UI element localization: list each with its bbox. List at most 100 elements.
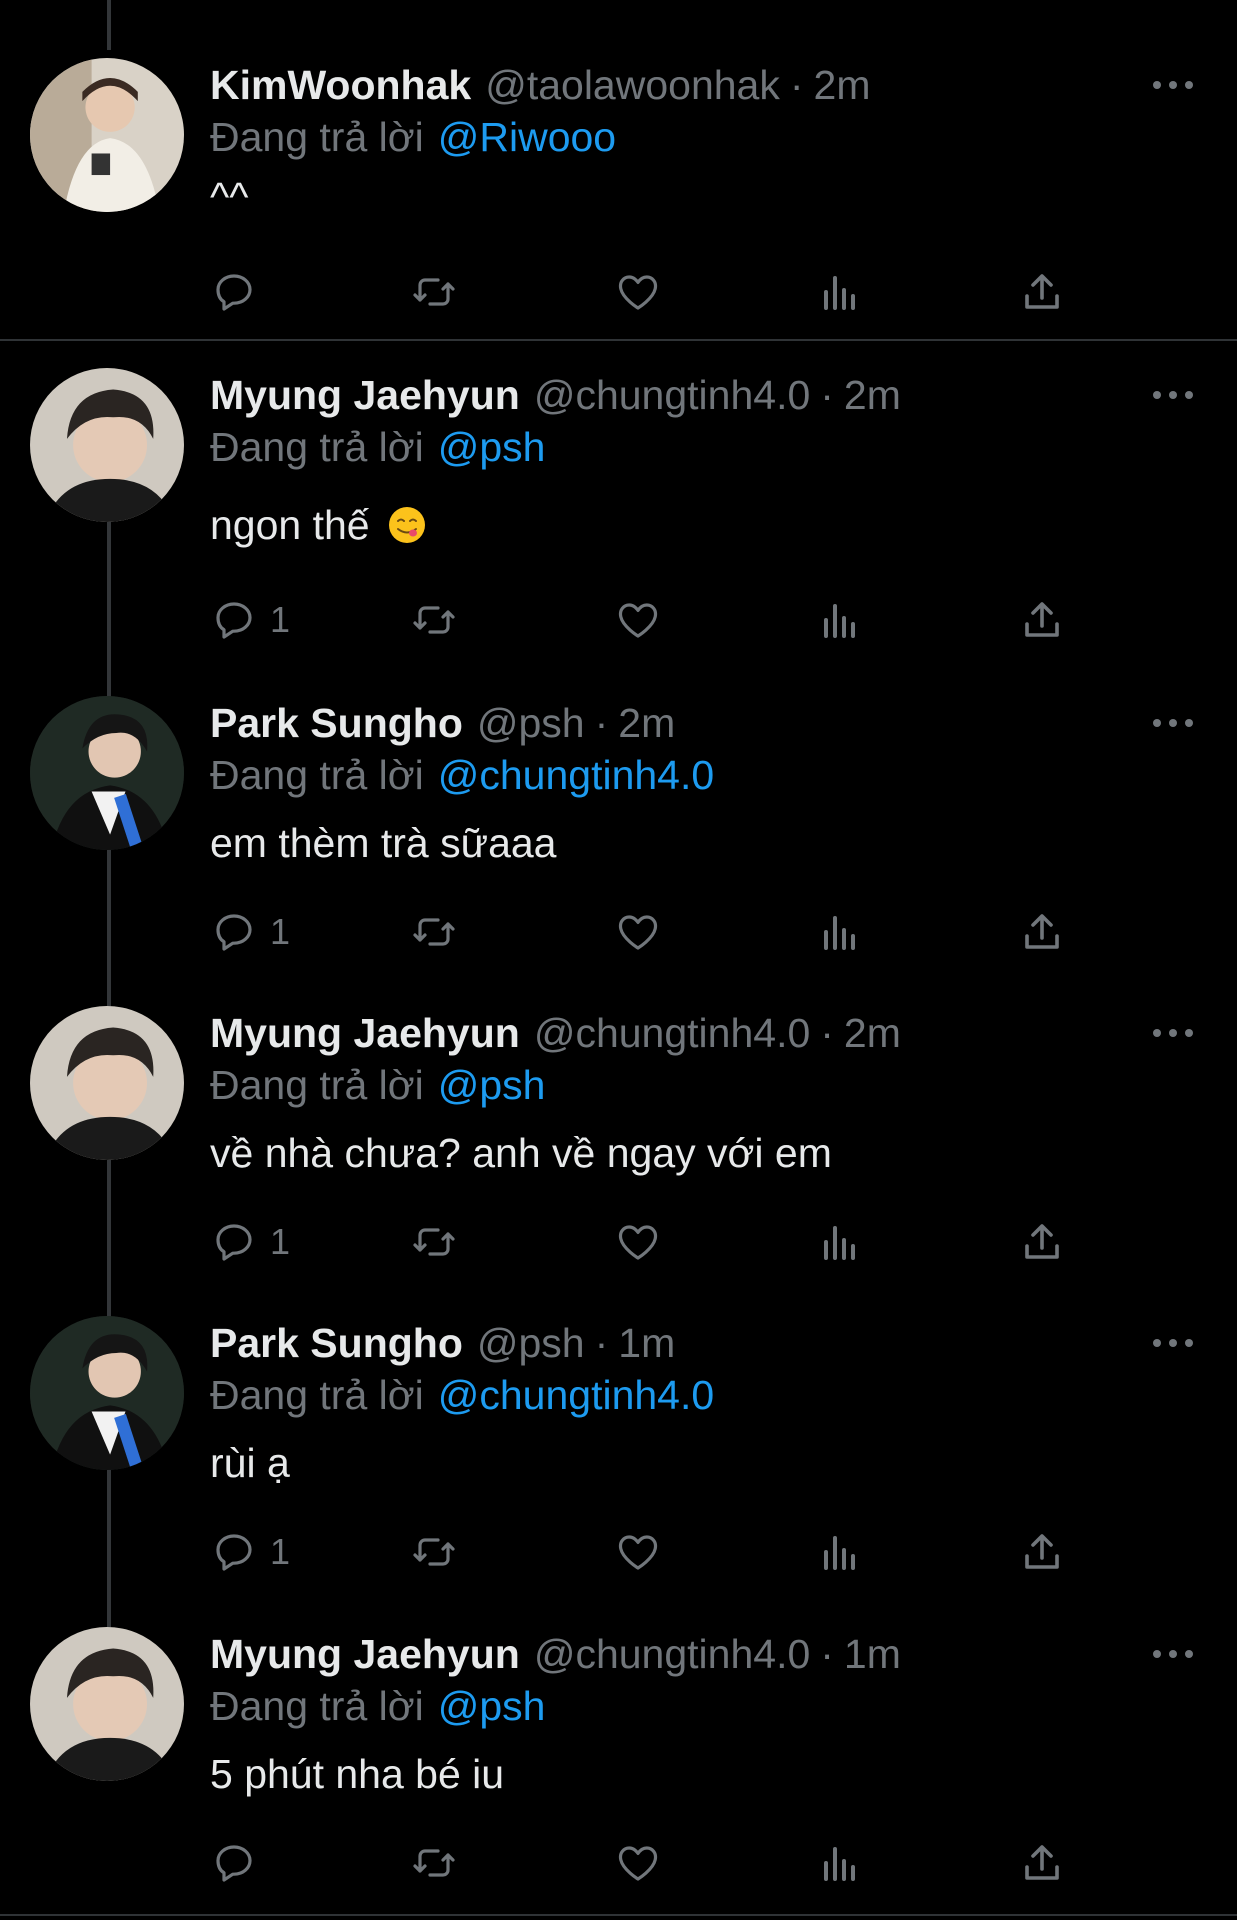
tweet-header: Park Sungho @psh · 1m: [210, 1316, 675, 1370]
share-button[interactable]: [1018, 1212, 1066, 1272]
share-button[interactable]: [1018, 1833, 1066, 1893]
display-name[interactable]: Myung Jaehyun: [210, 368, 520, 422]
user-handle[interactable]: @taolawoonhak: [485, 58, 780, 112]
display-name[interactable]: Park Sungho: [210, 1316, 463, 1370]
more-icon[interactable]: [1153, 1330, 1193, 1356]
share-button[interactable]: [1018, 590, 1066, 650]
retweet-button[interactable]: [410, 262, 458, 322]
tweet-header: Park Sungho @psh · 2m: [210, 696, 675, 750]
reply-count: 1: [270, 599, 291, 640]
tweet-text: 5 phút nha bé iu: [210, 1751, 505, 1797]
reply-icon: [216, 914, 252, 951]
replying-to-handle[interactable]: @psh: [438, 1062, 546, 1108]
like-icon: [618, 1846, 658, 1881]
share-icon: [1025, 1224, 1059, 1259]
views-button[interactable]: [816, 1212, 864, 1272]
like-icon: [618, 1225, 658, 1260]
user-handle[interactable]: @chungtinh4.0: [534, 1006, 810, 1060]
views-button[interactable]: [816, 1522, 864, 1582]
timestamp[interactable]: 2m: [844, 1006, 901, 1060]
reply-button[interactable]: [210, 1833, 270, 1893]
replying-to-handle[interactable]: @chungtinh4.0: [438, 752, 714, 798]
more-icon[interactable]: [1153, 72, 1193, 98]
action-bar: 1: [210, 1212, 1090, 1272]
share-icon: [1025, 914, 1059, 949]
user-handle[interactable]: @chungtinh4.0: [534, 1627, 810, 1681]
more-icon[interactable]: [1153, 710, 1193, 736]
views-icon: [824, 916, 855, 950]
share-icon: [1025, 602, 1059, 637]
more-icon[interactable]: [1153, 1641, 1193, 1667]
avatar[interactable]: [30, 1627, 184, 1781]
views-button[interactable]: [816, 262, 864, 322]
timestamp[interactable]: 2m: [814, 58, 871, 112]
views-icon: [824, 1536, 855, 1570]
avatar[interactable]: [30, 1316, 184, 1470]
retweet-button[interactable]: [410, 1833, 458, 1893]
replying-to-label: Đang trả lời: [210, 1062, 424, 1108]
share-button[interactable]: [1018, 1522, 1066, 1582]
share-button[interactable]: [1018, 902, 1066, 962]
retweet-button[interactable]: [410, 1212, 458, 1272]
retweet-icon: [413, 918, 455, 946]
like-icon: [618, 1535, 658, 1570]
reply-button[interactable]: [210, 262, 270, 322]
avatar[interactable]: [30, 696, 184, 850]
display-name[interactable]: Park Sungho: [210, 696, 463, 750]
replying-to-handle[interactable]: @Riwooo: [438, 114, 616, 160]
replying-to-handle[interactable]: @psh: [438, 1683, 546, 1729]
retweet-button[interactable]: [410, 1522, 458, 1582]
like-button[interactable]: [614, 902, 662, 962]
retweet-button[interactable]: [410, 902, 458, 962]
views-button[interactable]: [816, 1833, 864, 1893]
tweet-text-content: ngon thế: [210, 502, 370, 548]
tweet-header: Myung Jaehyun @chungtinh4.0 · 2m: [210, 368, 901, 422]
like-button[interactable]: [614, 1212, 662, 1272]
replying-to-handle[interactable]: @psh: [438, 424, 546, 470]
separator-dot: ·: [594, 1320, 609, 1366]
reply-button[interactable]: 1: [210, 1212, 290, 1272]
reply-count: 1: [270, 1221, 291, 1262]
more-icon[interactable]: [1153, 1020, 1193, 1046]
more-icon[interactable]: [1153, 382, 1193, 408]
share-button[interactable]: [1018, 262, 1066, 322]
replying-to: Đang trả lời @chungtinh4.0: [210, 1368, 714, 1422]
avatar[interactable]: [30, 58, 184, 212]
replying-to: Đang trả lời @chungtinh4.0: [210, 748, 714, 802]
separator-dot: ·: [820, 1631, 834, 1677]
replying-to-handle[interactable]: @chungtinh4.0: [438, 1372, 714, 1418]
display-name[interactable]: Myung Jaehyun: [210, 1627, 520, 1681]
user-handle[interactable]: @psh: [477, 1316, 585, 1370]
tweet-text: rùi ạ: [210, 1440, 290, 1486]
avatar-image: [30, 58, 184, 212]
replying-to: Đang trả lời @psh: [210, 1679, 545, 1733]
reply-button[interactable]: 1: [210, 590, 290, 650]
avatar[interactable]: [30, 368, 184, 522]
like-button[interactable]: [614, 262, 662, 322]
user-handle[interactable]: @psh: [477, 696, 585, 750]
display-name[interactable]: KimWoonhak: [210, 58, 471, 112]
like-button[interactable]: [614, 1522, 662, 1582]
timestamp[interactable]: 1m: [618, 1316, 675, 1370]
timestamp[interactable]: 2m: [618, 696, 675, 750]
thread-line-top: [107, 0, 111, 50]
views-icon: [824, 276, 855, 310]
reply-button[interactable]: 1: [210, 902, 290, 962]
user-handle[interactable]: @chungtinh4.0: [534, 368, 810, 422]
retweet-icon: [413, 1228, 455, 1256]
like-button[interactable]: [614, 590, 662, 650]
views-button[interactable]: [816, 590, 864, 650]
reply-button[interactable]: 1: [210, 1522, 290, 1582]
like-button[interactable]: [614, 1833, 662, 1893]
timestamp[interactable]: 2m: [844, 368, 901, 422]
timestamp[interactable]: 1m: [844, 1627, 901, 1681]
views-button[interactable]: [816, 902, 864, 962]
tweet-header: KimWoonhak @taolawoonhak · 2m: [210, 58, 870, 112]
display-name[interactable]: Myung Jaehyun: [210, 1006, 520, 1060]
thread-line: [107, 520, 111, 700]
retweet-button[interactable]: [410, 590, 458, 650]
tweet-header: Myung Jaehyun @chungtinh4.0 · 2m: [210, 1006, 901, 1060]
avatar[interactable]: [30, 1006, 184, 1160]
tweet-text: về nhà chưa? anh về ngay với em: [210, 1130, 832, 1176]
separator-dot: ·: [594, 700, 609, 746]
